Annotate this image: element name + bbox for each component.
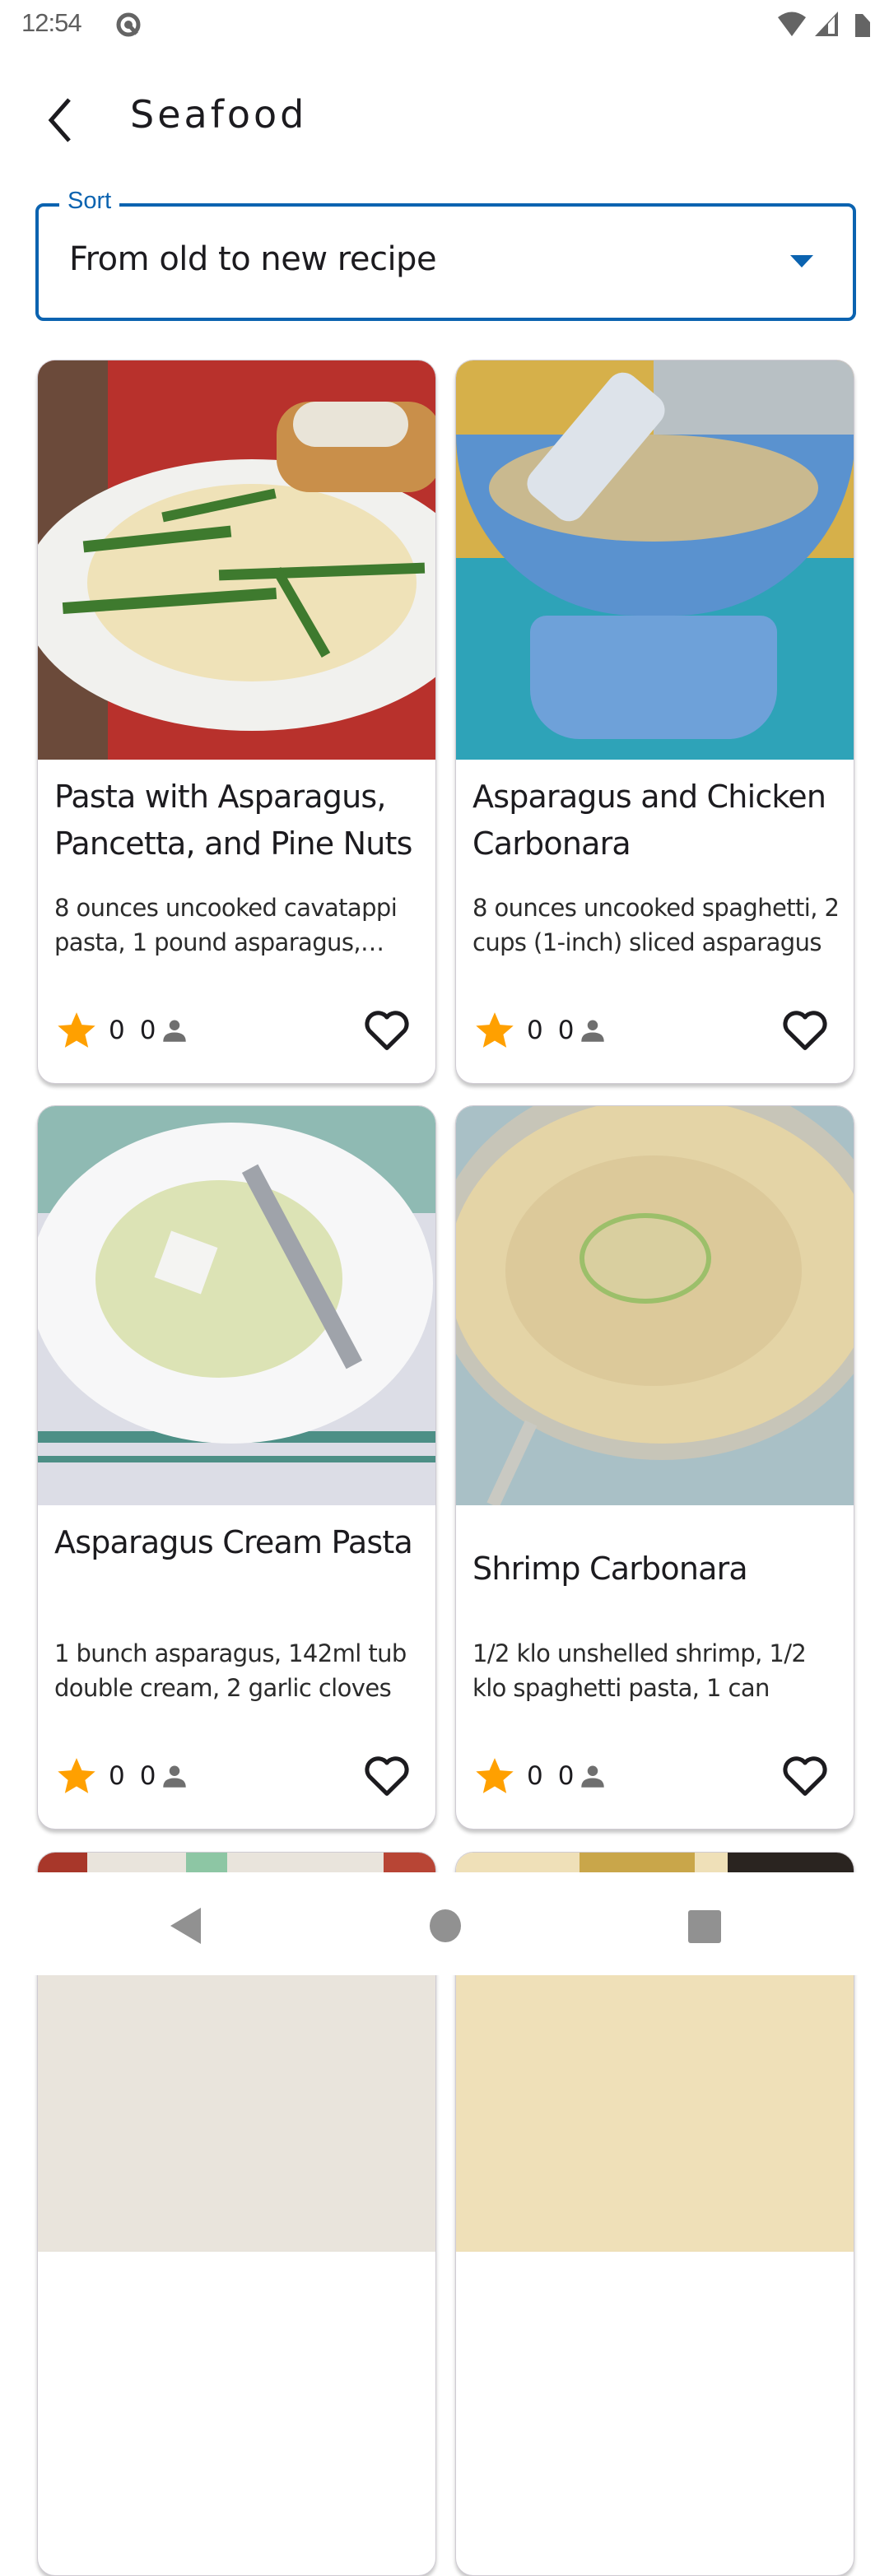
recipe-stats: 0 0 — [474, 1007, 605, 1053]
recipe-title: Asparagus and Chicken Carbonara — [472, 779, 826, 862]
nav-back-icon[interactable] — [170, 1908, 201, 1944]
favorite-heart-icon[interactable] — [781, 1753, 829, 1797]
recipe-stats: 0 0 — [474, 1753, 605, 1799]
review-count: 0 — [139, 1016, 156, 1045]
sort-label: Sort — [59, 188, 120, 215]
status-bar: 12:54 — [0, 0, 889, 49]
sort-selected-value[interactable]: From old to new recipe — [69, 240, 437, 278]
recipe-ingredients: 8 ounces uncooked spaghetti, 2 cups (1-i… — [472, 894, 840, 956]
review-count: 0 — [557, 1761, 575, 1791]
page-title: Seafood — [130, 92, 308, 137]
recipe-image — [38, 360, 435, 760]
nav-recents-icon[interactable] — [688, 1910, 721, 1943]
recipe-image — [456, 360, 854, 760]
favorite-heart-icon[interactable] — [781, 1007, 829, 1052]
q-notification-icon — [116, 12, 141, 37]
recipe-title: Shrimp Carbonara — [472, 1550, 748, 1587]
back-button[interactable] — [33, 87, 89, 153]
recipe-card[interactable]: Asparagus Cream Pasta 1 bunch asparagus,… — [37, 1105, 436, 1830]
recipe-card[interactable]: Pasta with Asparagus, Pancetta, and Pine… — [37, 360, 436, 1084]
recipe-card[interactable]: Shrimp Carbonara 1/2 klo unshelled shrim… — [455, 1105, 854, 1830]
dropdown-arrow-icon[interactable] — [790, 255, 813, 267]
rating-value: 0 — [527, 1761, 543, 1791]
status-time: 12:54 — [21, 8, 82, 37]
rating-value: 0 — [109, 1016, 125, 1045]
recipe-card[interactable]: Asparagus and Chicken Carbonara 8 ounces… — [455, 360, 854, 1084]
star-icon — [476, 1758, 514, 1793]
recipe-ingredients: 1/2 klo unshelled shrimp, 1/2 klo spaghe… — [472, 1639, 807, 1702]
star-icon — [58, 1012, 95, 1048]
recipe-ingredients: 8 ounces uncooked cavatappi pasta, 1 pou… — [54, 894, 398, 965]
nav-home-icon[interactable] — [430, 1909, 461, 1942]
battery-icon — [855, 14, 870, 37]
recipe-stats: 0 0 — [56, 1753, 187, 1799]
chevron-left-icon — [48, 98, 71, 142]
signal-icon — [815, 12, 838, 36]
person-icon — [581, 1020, 605, 1042]
favorite-heart-icon[interactable] — [363, 1753, 411, 1797]
review-count: 0 — [557, 1016, 575, 1045]
recipe-title: Pasta with Asparagus, Pancetta, and Pine… — [54, 779, 412, 862]
recipe-title: Asparagus Cream Pasta — [54, 1524, 413, 1560]
rating-value: 0 — [527, 1016, 543, 1045]
recipe-ingredients: 1 bunch asparagus, 142ml tub double crea… — [54, 1639, 407, 1702]
review-count: 0 — [139, 1761, 156, 1791]
person-icon — [581, 1765, 605, 1788]
recipe-image — [38, 1106, 435, 1505]
star-icon — [476, 1012, 514, 1048]
star-icon — [58, 1758, 95, 1793]
favorite-heart-icon[interactable] — [363, 1007, 411, 1052]
rating-value: 0 — [109, 1761, 125, 1791]
person-icon — [163, 1765, 187, 1788]
recipe-image — [456, 1106, 854, 1505]
recipe-stats: 0 0 — [56, 1007, 187, 1053]
wifi-icon — [778, 12, 806, 36]
person-icon — [163, 1020, 187, 1042]
